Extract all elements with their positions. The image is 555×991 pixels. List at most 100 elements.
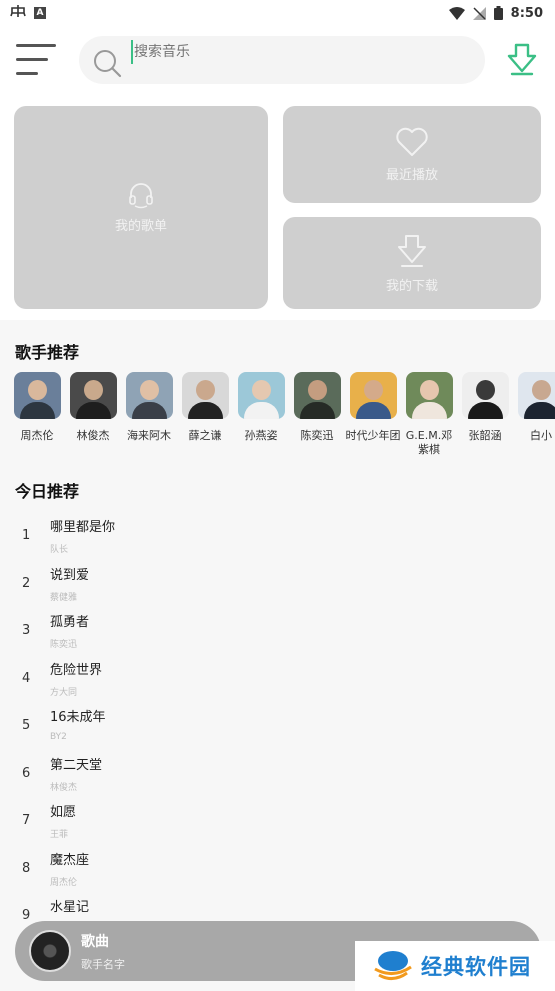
song-row[interactable]: 1 哪里都是你 队长: [0, 510, 555, 557]
song-title: 哪里都是你: [50, 520, 116, 535]
watermark: 经典软件园: [355, 941, 555, 991]
artist-item[interactable]: 白小: [513, 372, 555, 443]
song-row[interactable]: 3 孤勇者 陈奕迅: [0, 605, 555, 652]
search-icon: [93, 48, 123, 82]
artist-avatar: [69, 372, 117, 419]
artist-avatar: [181, 372, 229, 419]
status-right: 8:50: [448, 5, 543, 21]
song-rank: 8: [22, 861, 31, 876]
app-notification-icon: A: [34, 7, 46, 19]
artist-avatar: [461, 372, 509, 419]
download-icon: [507, 43, 537, 76]
shortcut-grid: 我的歌单 最近播放 我的下载: [0, 98, 555, 320]
heart-icon: [396, 127, 428, 156]
artist-avatar: [125, 372, 173, 419]
artist-name: 陈奕迅: [300, 429, 334, 442]
song-rank: 5: [22, 718, 31, 733]
wifi-icon: [448, 6, 465, 20]
artist-name: 林俊杰: [76, 429, 110, 442]
song-artist: 王菲: [50, 830, 69, 840]
song-row[interactable]: 5 16未成年 BY2: [0, 700, 555, 747]
song-row[interactable]: 8 魔杰座 周杰伦: [0, 843, 555, 890]
watermark-text: 经典软件园: [421, 955, 531, 979]
artist-item[interactable]: G.E.M.邓紫棋: [401, 372, 457, 457]
search-bar[interactable]: [79, 36, 485, 84]
artist-avatar: [405, 372, 453, 419]
status-bar: A 8:50: [0, 0, 555, 26]
song-title: 说到爱: [50, 568, 90, 583]
artist-name: 孙燕姿: [244, 429, 278, 442]
header: [0, 30, 555, 92]
artist-name: 白小: [530, 429, 552, 442]
song-row[interactable]: 6 第二天堂 林俊杰: [0, 748, 555, 795]
player-artist-name: 歌手名字: [81, 958, 125, 971]
song-artist: 队长: [50, 545, 69, 555]
song-artist: 蔡健雅: [50, 593, 78, 603]
artist-item[interactable]: 薛之谦: [177, 372, 233, 443]
download-icon: [398, 234, 426, 267]
download-button[interactable]: [505, 42, 539, 80]
song-title: 第二天堂: [50, 758, 103, 773]
no-signal-icon: [472, 6, 486, 20]
recent-play-card[interactable]: 最近播放: [283, 106, 541, 203]
player-song-title: 歌曲: [81, 934, 109, 950]
artist-avatar: [517, 372, 555, 419]
clock: 8:50: [510, 5, 543, 21]
song-title: 魔杰座: [50, 853, 90, 868]
song-title: 水星记: [50, 900, 90, 915]
song-rank: 2: [22, 576, 31, 591]
battery-icon: [493, 6, 503, 20]
song-artist: 陈奕迅: [50, 640, 78, 650]
menu-line: [16, 58, 48, 61]
artists-section-title: 歌手推荐: [15, 343, 80, 362]
artist-item[interactable]: 陈奕迅: [289, 372, 345, 443]
artist-avatar: [13, 372, 61, 419]
artist-avatar: [237, 372, 285, 419]
song-rank: 4: [22, 671, 31, 686]
artist-item[interactable]: 海来阿木: [121, 372, 177, 443]
artist-item[interactable]: 孙燕姿: [233, 372, 289, 443]
artist-name: 周杰伦: [20, 429, 54, 442]
menu-line: [16, 44, 56, 47]
artist-carousel[interactable]: 周杰伦 林俊杰 海来阿木 薛之谦 孙燕姿 陈奕迅 时代少年团 G.E.M.邓紫棋…: [0, 372, 555, 462]
song-title: 如愿: [50, 805, 77, 820]
search-input[interactable]: [131, 40, 451, 64]
status-left: A: [10, 4, 46, 22]
artist-item[interactable]: 林俊杰: [65, 372, 121, 443]
song-rank: 9: [22, 908, 31, 923]
menu-button[interactable]: [16, 42, 58, 78]
artist-item[interactable]: 张韶涵: [457, 372, 513, 443]
my-playlist-card[interactable]: 我的歌单: [14, 106, 268, 309]
song-row[interactable]: 7 如愿 王菲: [0, 795, 555, 842]
artist-avatar: [293, 372, 341, 419]
menu-line: [16, 72, 38, 75]
album-disc-icon: [29, 930, 71, 972]
my-download-card[interactable]: 我的下载: [283, 217, 541, 309]
headphones-icon: [129, 183, 153, 209]
song-rank: 1: [22, 528, 31, 543]
song-artist: 林俊杰: [50, 783, 78, 793]
notification-icon: [10, 4, 26, 22]
song-rank: 3: [22, 623, 31, 638]
song-artist: 周杰伦: [50, 878, 78, 888]
song-title: 16未成年: [50, 710, 106, 725]
song-artist: 方大同: [50, 688, 78, 698]
artist-name: 海来阿木: [127, 429, 171, 442]
artist-name: G.E.M.邓紫棋: [405, 429, 453, 456]
song-rank: 6: [22, 766, 31, 781]
song-title: 孤勇者: [50, 615, 90, 630]
artist-item[interactable]: 时代少年团: [345, 372, 401, 443]
watermark-logo-icon: [374, 951, 412, 980]
artist-name: 时代少年团: [345, 429, 401, 442]
recent-play-label: 最近播放: [385, 168, 438, 183]
my-download-label: 我的下载: [385, 278, 438, 294]
song-row[interactable]: 4 危险世界 方大同: [0, 653, 555, 700]
song-title: 危险世界: [50, 663, 103, 678]
today-section-title: 今日推荐: [15, 482, 80, 501]
my-playlist-label: 我的歌单: [114, 219, 167, 234]
song-rank: 7: [22, 813, 31, 828]
song-row[interactable]: 2 说到爱 蔡健雅: [0, 558, 555, 605]
artist-item[interactable]: 周杰伦: [9, 372, 65, 443]
song-artist: BY2: [50, 732, 67, 742]
artist-name: 薛之谦: [188, 429, 222, 442]
